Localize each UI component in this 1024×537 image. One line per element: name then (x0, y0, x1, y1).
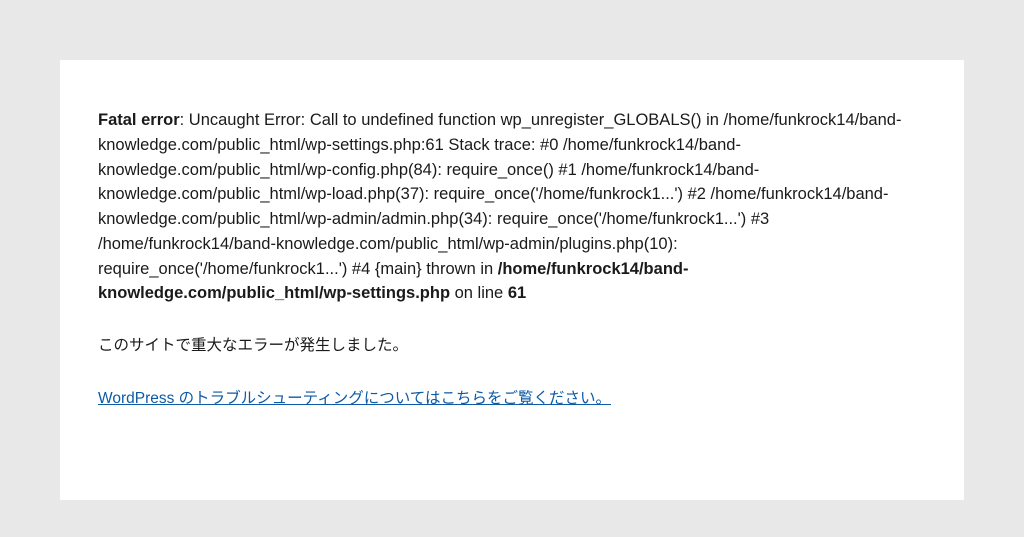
error-body-part2: on line (450, 284, 508, 302)
error-body-part1: : Uncaught Error: Call to undefined func… (98, 111, 901, 278)
error-line-number: 61 (508, 284, 526, 302)
critical-error-notice: このサイトで重大なエラーが発生しました。 (98, 334, 926, 359)
php-fatal-error-message: Fatal error: Uncaught Error: Call to und… (98, 108, 926, 306)
error-label: Fatal error (98, 111, 180, 129)
wordpress-troubleshooting-link[interactable]: WordPress のトラブルシューティングについてはこちらをご覧ください。 (98, 390, 611, 407)
error-panel: Fatal error: Uncaught Error: Call to und… (60, 60, 964, 500)
